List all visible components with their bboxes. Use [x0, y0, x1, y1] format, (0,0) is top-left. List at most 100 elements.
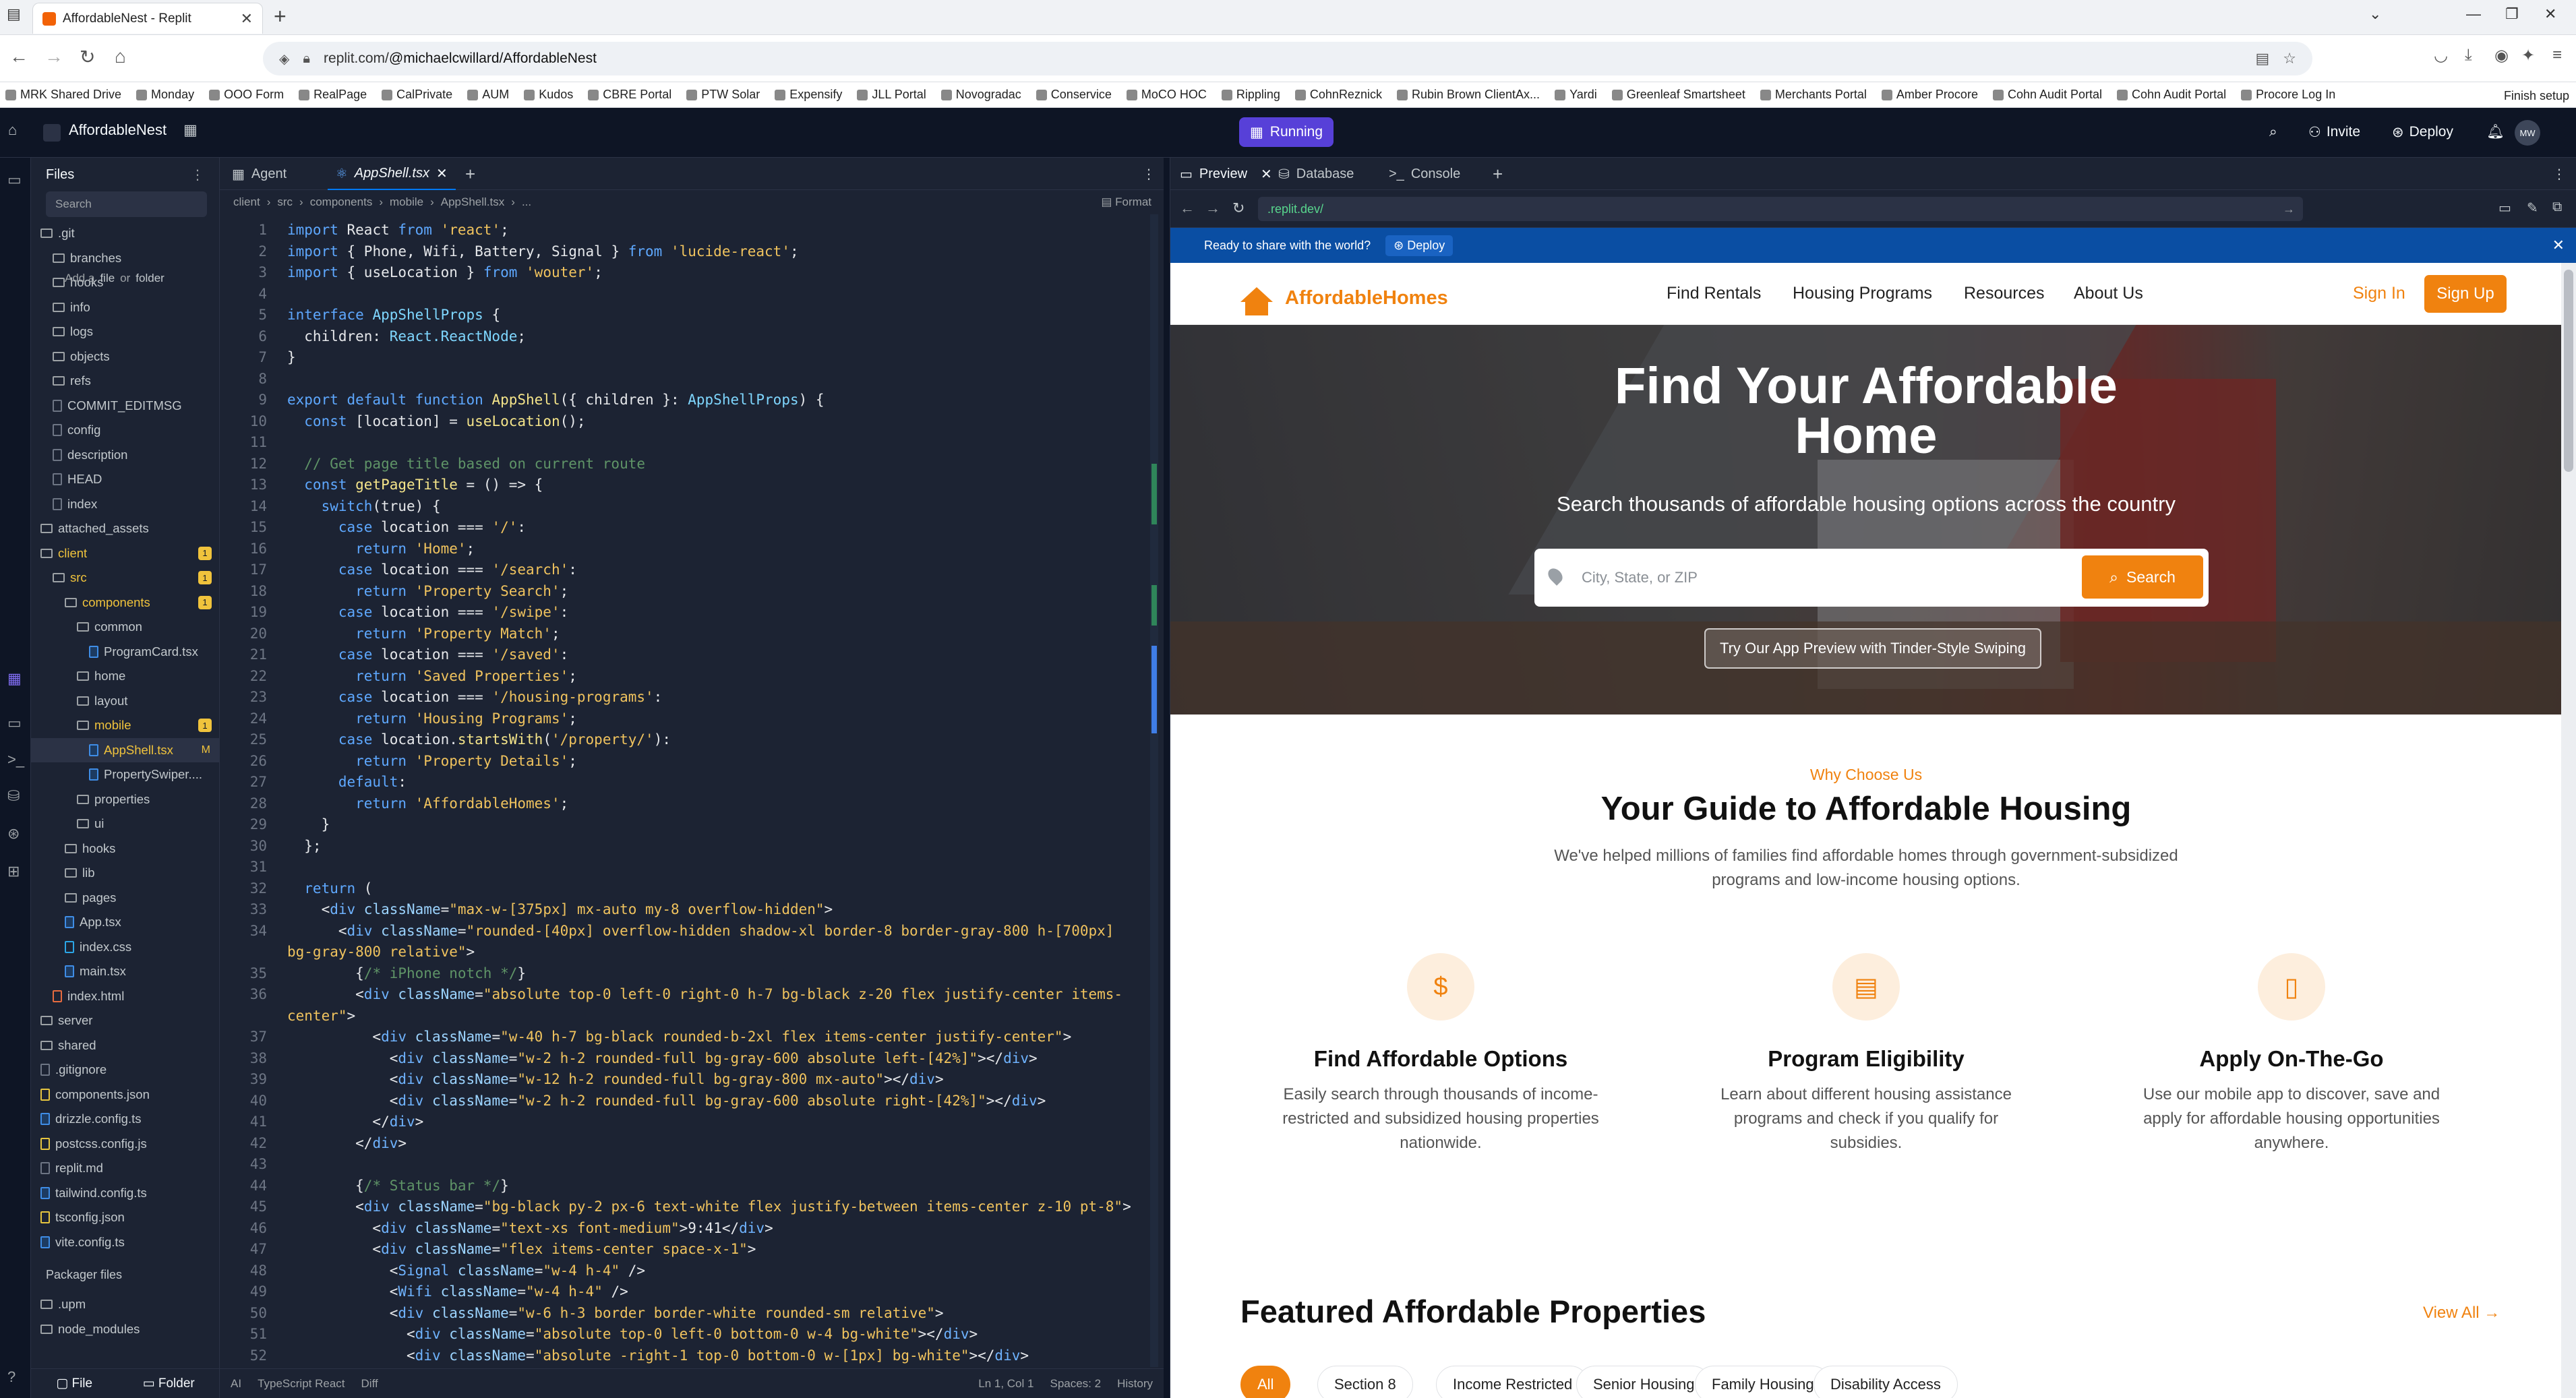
lock-icon[interactable]: 🔒︎: [303, 51, 310, 67]
bookmark-link[interactable]: OOO Form: [209, 88, 284, 102]
file-tree-item[interactable]: tsconfig.json: [31, 1205, 220, 1229]
bookmark-link[interactable]: PTW Solar: [686, 88, 760, 102]
preview-url-input[interactable]: .replit.dev/ →: [1258, 197, 2303, 221]
bookmark-link[interactable]: CohnReznick: [1294, 88, 1382, 102]
new-file-button[interactable]: ▢ File: [56, 1376, 92, 1391]
tab-database[interactable]: ⛁ Database: [1278, 158, 1354, 190]
tab-preview[interactable]: ▭ Preview ✕: [1180, 158, 1272, 190]
preview-forward-icon[interactable]: →: [1205, 200, 1220, 217]
location-search-input[interactable]: City, State, or ZIP: [1582, 569, 1698, 586]
file-tree-item[interactable]: ProgramCard.tsx: [31, 640, 220, 664]
file-tree-item[interactable]: PropertySwiper....: [31, 762, 220, 787]
sidebar-toggle-icon[interactable]: ▤: [7, 5, 21, 23]
file-tree-item[interactable]: components.json: [31, 1083, 220, 1107]
language-mode[interactable]: TypeScript React: [258, 1377, 345, 1391]
tab-appshell[interactable]: ⚛︎ AppShell.tsx ✕: [328, 158, 456, 190]
avatar[interactable]: MW: [2515, 120, 2540, 146]
preview-tool-icon[interactable]: ▭: [7, 715, 22, 732]
reload-icon[interactable]: ↻: [80, 46, 95, 68]
file-tree-item[interactable]: objects: [31, 344, 220, 369]
breadcrumb-item[interactable]: ...: [522, 195, 531, 209]
file-tree-item[interactable]: components 1: [31, 590, 220, 615]
bookmark-link[interactable]: CalPrivate: [382, 88, 452, 102]
file-tree-item[interactable]: index.html: [31, 984, 220, 1008]
file-tree-item[interactable]: HEAD: [31, 467, 220, 491]
search-button[interactable]: ⌕ Search: [2082, 555, 2203, 599]
file-tree-item[interactable]: node_modules: [31, 1317, 220, 1341]
url-submit-icon[interactable]: →: [2283, 202, 2295, 216]
view-all-link[interactable]: View All →: [2423, 1304, 2500, 1323]
preview-scrollbar[interactable]: [2561, 263, 2576, 1398]
bookmark-link[interactable]: Greenleaf Smartsheet: [1611, 88, 1745, 102]
invite-button[interactable]: ⚇ Invite: [2308, 119, 2360, 146]
scrollbar-thumb[interactable]: [2564, 270, 2573, 472]
bookmark-link[interactable]: JLL Portal: [857, 88, 926, 102]
file-tree-item[interactable]: info: [31, 295, 220, 320]
file-tree-item[interactable]: common: [31, 615, 220, 639]
console-tool-icon[interactable]: >_: [7, 751, 24, 768]
file-tree-item[interactable]: tailwind.config.ts: [31, 1181, 220, 1205]
files-options-icon[interactable]: ⋮: [191, 166, 204, 183]
filter-pill[interactable]: Senior Housing: [1576, 1366, 1712, 1398]
file-tree-item[interactable]: src 1: [31, 566, 220, 590]
indent-setting[interactable]: Spaces: 2: [1050, 1377, 1101, 1391]
file-tree-item[interactable]: ui: [31, 812, 220, 836]
pocket-icon[interactable]: ◡: [2434, 46, 2448, 65]
new-folder-button[interactable]: ▭ Folder: [143, 1376, 195, 1391]
files-search-input[interactable]: Search: [46, 191, 207, 217]
open-new-tab-icon[interactable]: ⧉: [2552, 200, 2562, 215]
search-icon[interactable]: ⌕: [2269, 119, 2277, 146]
file-tree-item[interactable]: properties: [31, 787, 220, 812]
bookmark-link[interactable]: MRK Shared Drive: [5, 88, 121, 102]
file-tree-item[interactable]: client 1: [31, 541, 220, 566]
file-tree-item[interactable]: home: [31, 664, 220, 688]
diff-toggle[interactable]: Diff: [361, 1377, 378, 1391]
filter-pill[interactable]: All: [1240, 1366, 1291, 1398]
bookmark-link[interactable]: MoCO HOC: [1126, 88, 1207, 102]
close-tab-icon[interactable]: ✕: [241, 10, 253, 28]
filter-pill[interactable]: Family Housing: [1695, 1366, 1831, 1398]
preview-back-icon[interactable]: ←: [1180, 200, 1195, 217]
bookmark-link[interactable]: AUM: [467, 88, 509, 102]
devtools-icon[interactable]: ✎: [2527, 200, 2538, 216]
new-tab-icon[interactable]: +: [274, 4, 287, 29]
file-tree-item[interactable]: server: [31, 1008, 220, 1033]
device-toggle-icon[interactable]: ▭: [2498, 200, 2511, 216]
file-tree-item[interactable]: layout: [31, 689, 220, 713]
banner-deploy-button[interactable]: ⊛ Deploy: [1385, 235, 1454, 256]
account-icon[interactable]: ◉: [2494, 46, 2509, 65]
close-window-icon[interactable]: ✕: [2544, 5, 2556, 23]
breadcrumb-item[interactable]: src: [277, 195, 293, 209]
nav-housing-programs[interactable]: Housing Programs: [1793, 284, 1932, 303]
forward-icon[interactable]: →: [44, 46, 63, 67]
notifications-bell-icon[interactable]: 🔔︎: [2486, 119, 2505, 146]
file-tree-item[interactable]: App.tsx: [31, 910, 220, 934]
bookmark-link[interactable]: Procore Log In: [2241, 88, 2335, 102]
bookmark-link[interactable]: Monday: [136, 88, 194, 102]
run-button[interactable]: ▦ Running: [1239, 117, 1334, 147]
file-tree-item[interactable]: mobile 1: [31, 713, 220, 737]
downloads-icon[interactable]: ⤓: [2465, 46, 2472, 65]
replit-home-icon[interactable]: ⌂: [8, 121, 17, 139]
app-preview-button[interactable]: Try Our App Preview with Tinder-Style Sw…: [1704, 628, 2041, 669]
file-tree-item[interactable]: .upm: [31, 1292, 220, 1316]
close-preview-icon[interactable]: ✕: [1261, 166, 1272, 183]
format-button[interactable]: ▤ Format: [1101, 195, 1151, 209]
file-tree-item[interactable]: index: [31, 492, 220, 516]
code-area[interactable]: 1 import React from 'react'; 2 import { Pho…: [220, 214, 1164, 1367]
file-tree-item[interactable]: description: [31, 443, 220, 467]
ai-toggle[interactable]: AI: [231, 1377, 241, 1391]
file-tree-item[interactable]: hooks: [31, 270, 220, 295]
tab-list-chevron-icon[interactable]: ⌄: [2369, 5, 2381, 23]
file-tree-item[interactable]: pages: [31, 886, 220, 910]
editor-scrollbar[interactable]: [1150, 214, 1158, 1367]
filter-pill[interactable]: Disability Access: [1814, 1366, 1958, 1398]
bookmark-link[interactable]: Rippling: [1221, 88, 1280, 102]
tab-console[interactable]: >_ Console: [1389, 158, 1460, 190]
minimize-icon[interactable]: —: [2466, 5, 2481, 23]
file-tree-item[interactable]: .gitignore: [31, 1058, 220, 1082]
file-tree-item[interactable]: drizzle.config.ts: [31, 1107, 220, 1131]
preview-options-icon[interactable]: ⋮: [2552, 158, 2566, 190]
bookmark-link[interactable]: RealPage: [299, 88, 367, 102]
file-tree-item[interactable]: main.tsx: [31, 959, 220, 983]
